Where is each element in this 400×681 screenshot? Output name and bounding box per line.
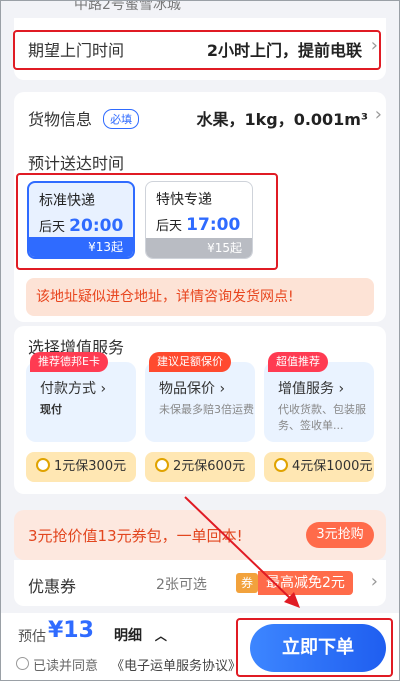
coupon-badge: 最高减免2元 xyxy=(258,571,353,595)
ticket-icon: 券 xyxy=(236,573,258,593)
insurance-label: 2元保600元 xyxy=(173,459,246,474)
goods-value[interactable]: 水果，1kg，0.001m³ xyxy=(196,106,368,130)
service-title: 物品保价 xyxy=(159,381,215,397)
radio-icon xyxy=(36,458,50,472)
goods-label: 货物信息 xyxy=(28,110,93,129)
agreement-text: 已读并同意 xyxy=(33,659,99,674)
delivery-title: 预计送达时间 xyxy=(28,154,125,173)
radio-icon xyxy=(274,458,288,472)
service-title: 增值服务 xyxy=(278,381,334,397)
radio-icon xyxy=(155,458,169,472)
goods-row[interactable]: 货物信息 必填 水果，1kg，0.001m³ › xyxy=(28,104,382,130)
estimate-label: 预估 xyxy=(18,629,46,645)
service-desc: 代收货款、包装服务、签收单... xyxy=(278,403,366,432)
warehouse-warning: 该地址疑似进仓地址，详情咨询发货网点! xyxy=(26,278,374,316)
agreement-link[interactable]: 《电子运单服务协议》 xyxy=(111,655,241,674)
address-fragment: 中路2号蜜雪冰城 xyxy=(74,0,181,13)
coupon-label: 优惠券 xyxy=(28,577,77,596)
chevron-right-icon: › xyxy=(374,104,382,125)
insurance-label: 1元保300元 xyxy=(54,459,127,474)
service-desc: 现付 xyxy=(40,403,62,416)
insurance-option[interactable]: 1元保300元 xyxy=(26,452,136,482)
service-tag: 推荐德邦E卡 xyxy=(30,352,108,372)
service-extra[interactable]: 超值推荐 增值服务 › 代收货款、包装服务、签收单... xyxy=(264,352,374,442)
chevron-up-icon: ︿ xyxy=(154,629,167,643)
coupon-row[interactable]: 优惠券 2张可选 券 最高减免2元 › xyxy=(14,560,386,606)
detail-toggle[interactable]: 明细 ︿ xyxy=(114,625,167,645)
coupon-count: 2张可选 xyxy=(156,577,207,593)
agreement-checkbox[interactable] xyxy=(16,657,29,670)
service-desc: 未保最多赔3倍运费 xyxy=(159,403,254,416)
detail-label: 明细 xyxy=(114,628,142,644)
promo-text: 3元抢价值13元券包，一单回本! xyxy=(28,527,243,545)
service-payment[interactable]: 推荐德邦E卡 付款方式 › 现付 xyxy=(26,352,136,442)
service-tag: 建议足额保价 xyxy=(149,352,231,372)
insurance-label: 4元保1000元 xyxy=(292,459,373,474)
promo-button[interactable]: 3元抢购 xyxy=(306,522,374,548)
highlight-pickup xyxy=(13,30,381,70)
chevron-right-icon: › xyxy=(370,571,378,592)
total-price: ¥13 xyxy=(48,618,94,643)
required-badge: 必填 xyxy=(103,109,140,129)
highlight-delivery xyxy=(16,173,278,270)
insurance-option[interactable]: 4元保1000元 xyxy=(264,452,374,482)
highlight-submit xyxy=(236,618,393,677)
service-insurance[interactable]: 建议足额保价 物品保价 › 未保最多赔3倍运费 xyxy=(145,352,255,442)
service-title: 付款方式 xyxy=(40,381,96,397)
service-tag: 超值推荐 xyxy=(268,352,328,372)
insurance-option[interactable]: 2元保600元 xyxy=(145,452,255,482)
